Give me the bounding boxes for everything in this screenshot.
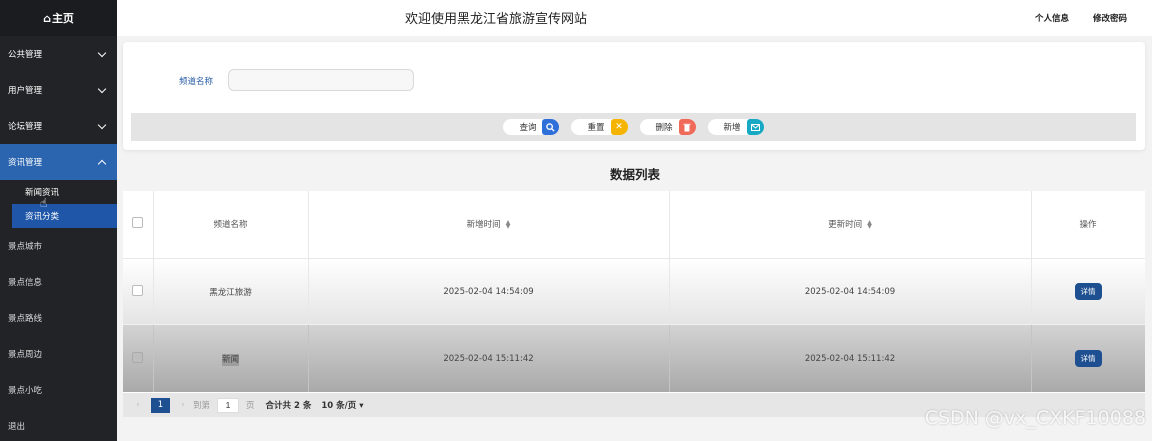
sidebar-menu-forum[interactable]: 论坛管理 bbox=[0, 108, 117, 144]
sidebar-sub-news-info[interactable]: 新闻资讯 bbox=[0, 180, 117, 204]
channel-name-input[interactable] bbox=[228, 69, 414, 91]
updated-time-cell: 2025-02-04 14:54:09 bbox=[669, 258, 1032, 325]
trash-icon bbox=[678, 119, 696, 135]
sidebar: ⌂ 主页 公共管理 用户管理 论坛管理 资讯管理 新闻资讯 资讯分类 景点城市 … bbox=[0, 0, 117, 441]
add-button[interactable]: 新增 bbox=[707, 119, 764, 135]
row-checkbox[interactable] bbox=[132, 284, 144, 296]
data-table: 频道名称 新增时间 ▲ ▼ 更新时间 ▲ ▼ 操作 黑龙江旅游 2025-02-04 1… bbox=[123, 191, 1145, 393]
sidebar-item-label: 景点小吃 bbox=[8, 386, 43, 396]
sidebar-item-city[interactable]: 景点城市 bbox=[0, 228, 117, 264]
total-count: 合计共 2 条 bbox=[265, 401, 312, 411]
column-header-label: 操作 bbox=[1079, 220, 1097, 231]
sidebar-menu-label: 资讯管理 bbox=[8, 158, 43, 168]
page-number-current[interactable]: 1 bbox=[151, 397, 170, 413]
chevron-down-icon bbox=[97, 84, 107, 93]
reset-button[interactable]: 重置 ✕ bbox=[571, 119, 628, 135]
table-header-row: 频道名称 新增时间 ▲ ▼ 更新时间 ▲ ▼ 操作 bbox=[123, 191, 1145, 259]
prev-page-icon[interactable]: ‹ bbox=[131, 400, 145, 410]
channel-name-cell: 新闻 bbox=[153, 325, 309, 392]
profile-link[interactable]: 个人信息 bbox=[1035, 12, 1069, 24]
chevron-down-icon bbox=[97, 120, 107, 129]
change-password-link[interactable]: 修改密码 bbox=[1093, 12, 1127, 24]
sidebar-menu-users[interactable]: 用户管理 bbox=[0, 72, 117, 108]
action-cell: 详情 bbox=[1031, 258, 1145, 325]
row-select-cell bbox=[123, 325, 154, 392]
delete-button-label: 删除 bbox=[655, 123, 673, 133]
sidebar-menu-label: 用户管理 bbox=[8, 86, 43, 96]
search-icon bbox=[542, 119, 560, 135]
updated-time-cell: 2025-02-04 15:11:42 bbox=[669, 325, 1032, 392]
action-bar: 查询 重置 ✕ 删除 新增 bbox=[131, 113, 1136, 141]
sidebar-menu-news[interactable]: 资讯管理 bbox=[0, 144, 117, 180]
sidebar-home[interactable]: ⌂ 主页 bbox=[0, 0, 117, 36]
sidebar-item-label: 景点周边 bbox=[8, 350, 43, 360]
table-row: 新闻 2025-02-04 15:11:42 2025-02-04 15:11:… bbox=[123, 325, 1145, 392]
row-select-cell bbox=[123, 258, 154, 325]
mail-icon bbox=[746, 119, 764, 135]
home-icon: ⌂ bbox=[43, 11, 51, 25]
page-title: 欢迎使用黑龙江省旅游宣传网站 bbox=[405, 12, 588, 27]
sidebar-sub-label: 资讯分类 bbox=[25, 212, 60, 222]
channel-name-cell: 黑龙江旅游 bbox=[153, 258, 309, 325]
page-size-label: 10 条/页 bbox=[321, 401, 357, 411]
goto-label: 到第 bbox=[193, 401, 211, 411]
created-time-cell: 2025-02-04 14:54:09 bbox=[308, 258, 670, 325]
page-size-select[interactable]: 10 条/页 ▾ bbox=[321, 399, 363, 411]
query-button-label: 查询 bbox=[519, 123, 537, 133]
sidebar-item-label: 退出 bbox=[8, 422, 26, 432]
sidebar-item-label: 景点城市 bbox=[8, 242, 43, 252]
close-icon: ✕ bbox=[610, 119, 628, 135]
sidebar-item-nearby[interactable]: 景点周边 bbox=[0, 336, 117, 372]
select-all-checkbox[interactable] bbox=[132, 217, 144, 229]
chevron-down-icon bbox=[97, 48, 107, 57]
delete-button[interactable]: 删除 bbox=[639, 119, 696, 135]
column-header-label: 新增时间 bbox=[466, 220, 501, 231]
watermark: CSDN @vx_CXKF10088 bbox=[924, 407, 1146, 429]
sort-icon[interactable]: ▲ ▼ bbox=[867, 219, 872, 229]
caret-down-icon: ▾ bbox=[359, 401, 364, 411]
created-time-cell: 2025-02-04 15:11:42 bbox=[308, 325, 670, 392]
sidebar-item-spot[interactable]: 景点信息 bbox=[0, 264, 117, 300]
sidebar-menu-label: 公共管理 bbox=[8, 50, 43, 60]
top-header: 欢迎使用黑龙江省旅游宣传网站 个人信息 修改密码 bbox=[117, 0, 1152, 36]
detail-button[interactable]: 详情 bbox=[1074, 283, 1102, 301]
sidebar-item-logout[interactable]: 退出 bbox=[0, 408, 117, 441]
data-list-title: 数据列表 bbox=[610, 167, 661, 182]
sidebar-home-label: 主页 bbox=[51, 12, 74, 25]
column-header-label: 更新时间 bbox=[828, 220, 863, 231]
row-checkbox[interactable] bbox=[132, 351, 144, 363]
sidebar-menu-public[interactable]: 公共管理 bbox=[0, 36, 117, 72]
sidebar-sub-news-category[interactable]: 资讯分类 bbox=[12, 204, 117, 228]
reset-button-label: 重置 bbox=[587, 123, 605, 133]
search-panel: 频道名称 查询 重置 ✕ 删除 新增 bbox=[123, 42, 1145, 150]
sidebar-item-label: 景点路线 bbox=[8, 314, 43, 324]
table-row: 黑龙江旅游 2025-02-04 14:54:09 2025-02-04 14:… bbox=[123, 258, 1145, 325]
sidebar-item-snack[interactable]: 景点小吃 bbox=[0, 372, 117, 408]
next-page-icon[interactable]: › bbox=[176, 400, 190, 410]
detail-button[interactable]: 详情 bbox=[1074, 350, 1102, 367]
hand-cursor-icon: ☝ bbox=[40, 196, 48, 210]
column-header-created[interactable]: 新增时间 ▲ ▼ bbox=[308, 191, 670, 259]
action-cell: 详情 bbox=[1031, 325, 1145, 392]
channel-name-text: 新闻 bbox=[221, 353, 239, 366]
page-unit-label: 页 bbox=[246, 401, 255, 411]
column-header-action: 操作 bbox=[1031, 191, 1145, 259]
column-header-channel: 频道名称 bbox=[153, 191, 309, 259]
column-header-label: 频道名称 bbox=[213, 220, 248, 231]
add-button-label: 新增 bbox=[723, 123, 741, 133]
column-header-updated[interactable]: 更新时间 ▲ ▼ bbox=[669, 191, 1032, 259]
sidebar-item-route[interactable]: 景点路线 bbox=[0, 300, 117, 336]
select-all-cell bbox=[123, 191, 154, 259]
sort-icon[interactable]: ▲ ▼ bbox=[506, 219, 511, 229]
chevron-up-icon bbox=[97, 159, 107, 168]
channel-name-label: 频道名称 bbox=[179, 77, 214, 87]
query-button[interactable]: 查询 bbox=[503, 119, 560, 135]
goto-page-input[interactable] bbox=[217, 397, 240, 413]
sidebar-menu-label: 论坛管理 bbox=[8, 122, 43, 132]
sidebar-item-label: 景点信息 bbox=[8, 278, 43, 288]
